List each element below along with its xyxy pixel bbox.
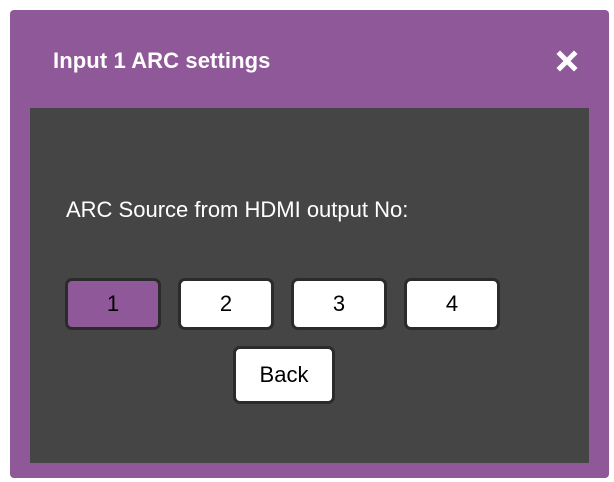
dialog-title: Input 1 ARC settings — [53, 48, 271, 73]
close-button[interactable] — [550, 44, 584, 78]
arc-settings-dialog: Input 1 ARC settings ARC Source from HDM… — [10, 10, 609, 478]
output-button-label: 4 — [445, 291, 459, 316]
output-3-button[interactable]: 3 — [291, 278, 387, 330]
output-4-button[interactable]: 4 — [404, 278, 500, 330]
dialog-title-bar: Input 1 ARC settings — [10, 10, 609, 108]
output-button-label: 1 — [106, 291, 120, 316]
output-button-label: 3 — [332, 291, 346, 316]
dialog-body: ARC Source from HDMI output No: 1 2 3 4 … — [30, 108, 589, 463]
output-1-button[interactable]: 1 — [65, 278, 161, 330]
output-button-label: 2 — [219, 291, 233, 316]
back-button[interactable]: Back — [233, 346, 335, 404]
arc-source-prompt: ARC Source from HDMI output No: — [66, 197, 409, 222]
back-button-label: Back — [259, 362, 309, 387]
output-2-button[interactable]: 2 — [178, 278, 274, 330]
close-icon — [556, 50, 578, 72]
